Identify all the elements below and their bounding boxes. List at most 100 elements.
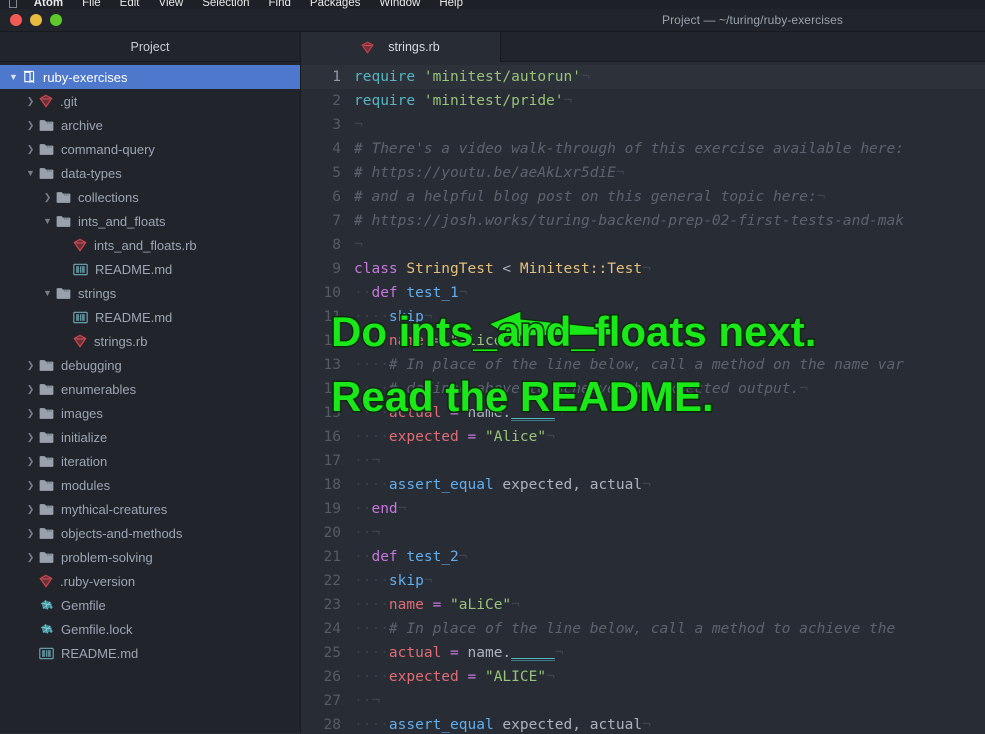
code-line[interactable]: 26 ····expected = "ALICE"¬ (301, 665, 985, 689)
tree-item-ruby-exercises[interactable]: ▼ ruby-exercises (0, 65, 300, 89)
code-line[interactable]: 17 ··¬ (301, 449, 985, 473)
tree-item-strings[interactable]: ▼ strings (0, 281, 300, 305)
tree-item-readme-md[interactable]: ❯README.md (0, 641, 300, 665)
code-line[interactable]: 25 ····actual = name._____¬ (301, 641, 985, 665)
tree-item-strings-rb[interactable]: ❯strings.rb (0, 329, 300, 353)
token-var: expected (388, 669, 459, 685)
chevron-down-icon[interactable]: ▼ (25, 168, 36, 178)
tree-item-mythical-creatures[interactable]: ❯ mythical-creatures (0, 497, 300, 521)
project-tree[interactable]: ▼ ruby-exercises ❯ .git ❯ archive ❯ command-que… (0, 62, 301, 733)
code-line[interactable]: 4 # There's a video walk-through of this … (301, 137, 985, 161)
menu-item-edit[interactable]: Edit (120, 0, 140, 9)
tree-item-data-types[interactable]: ▼ data-types (0, 161, 300, 185)
code-line[interactable]: 15 ····actual = name._____¬ (301, 401, 985, 425)
tree-item--git[interactable]: ❯ .git (0, 89, 300, 113)
code-line[interactable]: 21 ··def test_2¬ (301, 545, 985, 569)
code-line[interactable]: 16 ····expected = "Alice"¬ (301, 425, 985, 449)
chevron-right-icon[interactable]: ❯ (25, 552, 36, 563)
chevron-right-icon[interactable]: ❯ (25, 456, 36, 467)
tab-strings-rb[interactable]: strings.rb (301, 32, 501, 62)
code-editor[interactable]: 1 require 'minitest/autorun'¬ 2 require 'mi… (301, 62, 985, 733)
tree-item-ints-and-floats[interactable]: ▼ ints_and_floats (0, 209, 300, 233)
code-line[interactable]: 24 ····# In place of the line below, call… (301, 617, 985, 641)
line-number: 6 (332, 189, 341, 205)
tree-item-images[interactable]: ❯ images (0, 401, 300, 425)
token-var: name (388, 333, 424, 349)
token-cr: ¬ (615, 165, 625, 181)
line-number: 16 (323, 429, 341, 445)
code-line[interactable]: 9 class StringTest < Minitest::Test¬ (301, 257, 985, 281)
atom-window: Project — ~/turing/ruby-exercises Projec… (0, 9, 985, 734)
menu-item-selection[interactable]: Selection (202, 0, 249, 9)
code-line[interactable]: 12 ····name = "alice"¬ (301, 329, 985, 353)
code-line[interactable]: 10 ··def test_1¬ (301, 281, 985, 305)
tree-item-modules[interactable]: ❯ modules (0, 473, 300, 497)
tree-item-gemfile-lock[interactable]: ❯Gemfile.lock (0, 617, 300, 641)
code-line[interactable]: 22 ····skip¬ (301, 569, 985, 593)
tree-item-gemfile[interactable]: ❯Gemfile (0, 593, 300, 617)
code-line[interactable]: 28 ····assert_equal expected, actual¬ (301, 713, 985, 733)
tree-item-debugging[interactable]: ❯ debugging (0, 353, 300, 377)
menu-item-help[interactable]: Help (439, 0, 463, 9)
chevron-right-icon[interactable]: ❯ (25, 480, 36, 491)
code-line[interactable]: 14 ····# defined above to acheive the exp… (301, 377, 985, 401)
apple-menu-icon[interactable]:  (8, 0, 18, 9)
menu-item-find[interactable]: Find (269, 0, 291, 9)
tree-item--ruby-version[interactable]: ❯.ruby-version (0, 569, 300, 593)
chevron-right-icon[interactable]: ❯ (25, 96, 36, 107)
menu-item-window[interactable]: Window (379, 0, 420, 9)
code-line-text: ¬ (354, 233, 985, 257)
code-line[interactable]: 5 # https://youtu.be/aeAkLxr5diE¬ (301, 161, 985, 185)
chevron-right-icon[interactable]: ❯ (25, 360, 36, 371)
menu-item-view[interactable]: View (159, 0, 184, 9)
code-line[interactable]: 1 require 'minitest/autorun'¬ (301, 65, 985, 89)
chevron-down-icon[interactable]: ▼ (42, 288, 53, 298)
menu-item-packages[interactable]: Packages (310, 0, 361, 9)
chevron-right-icon[interactable]: ❯ (25, 120, 36, 131)
code-line[interactable]: 18 ····assert_equal expected, actual¬ (301, 473, 985, 497)
code-line[interactable]: 19 ··end¬ (301, 497, 985, 521)
tree-item-readme-md[interactable]: ❯README.md (0, 257, 300, 281)
token-op: = (450, 405, 459, 421)
code-line[interactable]: 20 ··¬ (301, 521, 985, 545)
tree-item-archive[interactable]: ❯ archive (0, 113, 300, 137)
chevron-right-icon[interactable]: ❯ (42, 192, 53, 203)
code-line[interactable]: 11 ····skip¬ (301, 305, 985, 329)
code-line[interactable]: 6 # and a helpful blog post on this gener… (301, 185, 985, 209)
chevron-down-icon[interactable]: ▼ (8, 72, 19, 82)
code-line[interactable]: 3 ¬ (301, 113, 985, 137)
tree-item-iteration[interactable]: ❯ iteration (0, 449, 300, 473)
chevron-right-icon[interactable]: ❯ (25, 504, 36, 515)
chevron-right-icon[interactable]: ❯ (25, 384, 36, 395)
tab-project[interactable]: Project (0, 32, 301, 62)
tab-strip-empty-area (501, 32, 985, 62)
tree-item-ints-and-floats-rb[interactable]: ❯ints_and_floats.rb (0, 233, 300, 257)
menu-item-file[interactable]: File (82, 0, 101, 9)
chevron-right-icon[interactable]: ❯ (25, 408, 36, 419)
tree-item-collections[interactable]: ❯ collections (0, 185, 300, 209)
menu-item-atom[interactable]: Atom (34, 0, 63, 9)
token-const: Minitest::Test (519, 261, 643, 277)
tree-item-label: strings.rb (94, 333, 148, 349)
tree-item-initialize[interactable]: ❯ initialize (0, 425, 300, 449)
chevron-right-icon[interactable]: ❯ (25, 528, 36, 539)
tree-item-problem-solving[interactable]: ❯ problem-solving (0, 545, 300, 569)
tree-item-objects-and-methods[interactable]: ❯ objects-and-methods (0, 521, 300, 545)
tree-item-enumerables[interactable]: ❯ enumerables (0, 377, 300, 401)
chevron-right-icon[interactable]: ❯ (25, 144, 36, 155)
tree-item-command-query[interactable]: ❯ command-query (0, 137, 300, 161)
code-line[interactable]: 2 require 'minitest/pride'¬ (301, 89, 985, 113)
line-number: 24 (323, 621, 341, 637)
code-line[interactable]: 7 # https://josh.works/turing-backend-pre… (301, 209, 985, 233)
chevron-down-icon[interactable]: ▼ (42, 216, 53, 226)
chevron-right-icon[interactable]: ❯ (25, 432, 36, 443)
code-line[interactable]: 23 ····name = "aLiCe"¬ (301, 593, 985, 617)
code-line[interactable]: 8 ¬ (301, 233, 985, 257)
code-line[interactable]: 27 ··¬ (301, 689, 985, 713)
tree-item-readme-md[interactable]: ❯README.md (0, 305, 300, 329)
code-content[interactable]: 1 require 'minitest/autorun'¬ 2 require 'mi… (301, 62, 985, 733)
code-line[interactable]: 13 ····# In place of the line below, call… (301, 353, 985, 377)
token-cr: ¬ (511, 597, 520, 613)
